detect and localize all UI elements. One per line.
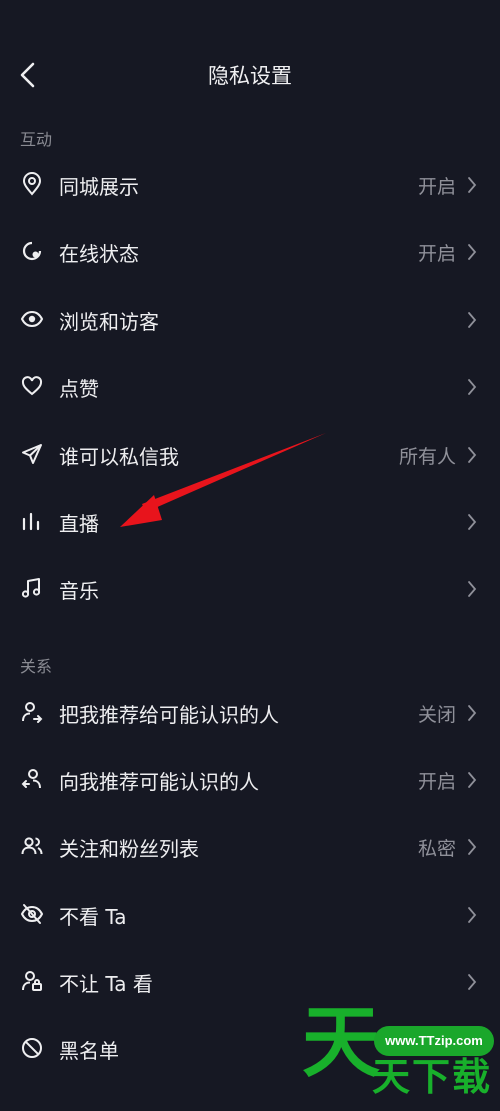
chevron-right-icon [466,972,478,992]
eye-off-icon [20,902,44,926]
setting-row-follow-list[interactable]: 关注和粉丝列表 私密 [0,815,500,882]
setting-value: 开启 [417,243,456,265]
chevron-right-icon [466,242,478,262]
setting-label: 在线状态 [59,242,139,266]
setting-label: 同城展示 [59,175,139,199]
setting-label: 不让 Ta 看 [59,972,153,996]
location-pin-icon [20,172,44,196]
chevron-right-icon [466,512,478,532]
setting-label: 浏览和访客 [59,310,159,334]
heart-icon [20,374,44,398]
setting-row-live[interactable]: 直播 [0,490,500,557]
setting-value: 私密 [417,838,456,860]
setting-label: 谁可以私信我 [59,445,179,469]
setting-row-hide-from[interactable]: 不让 Ta 看 [0,950,500,1017]
setting-label: 向我推荐可能认识的人 [59,770,259,794]
recommend-user-icon [20,767,44,791]
page-title: 隐私设置 [208,64,292,88]
chevron-right-icon [466,445,478,465]
user-lock-icon [20,969,44,993]
setting-row-nearby[interactable]: 同城展示 开启 [0,153,500,220]
setting-row-recommend-to-me[interactable]: 向我推荐可能认识的人 开启 [0,748,500,815]
eye-icon [20,307,44,331]
chevron-right-icon [466,579,478,599]
setting-value: 开启 [417,176,456,198]
setting-row-dont-see[interactable]: 不看 Ta [0,883,500,950]
setting-label: 不看 Ta [59,905,127,929]
send-message-icon [20,442,44,466]
setting-label: 直播 [59,512,99,536]
setting-row-likes[interactable]: 点赞 [0,355,500,422]
setting-row-direct-message[interactable]: 谁可以私信我 所有人 [0,423,500,490]
setting-value: 开启 [417,771,456,793]
block-icon [20,1036,44,1060]
chevron-right-icon [466,175,478,195]
setting-label: 音乐 [59,579,99,603]
music-note-icon [20,576,44,600]
watermark-sub-text: 天下载 [372,1055,493,1099]
watermark-url: www.TTzip.com [374,1026,494,1056]
setting-value: 所有人 [398,446,456,468]
header-bar: 隐私设置 [0,40,500,110]
setting-label: 黑名单 [59,1039,119,1063]
section-label-relationship: 关系 [20,657,53,676]
setting-row-recommend-me[interactable]: 把我推荐给可能认识的人 关闭 [0,681,500,748]
live-bars-icon [20,509,44,533]
setting-label: 关注和粉丝列表 [59,837,199,861]
section-label-interaction: 互动 [20,130,53,149]
chevron-right-icon [466,377,478,397]
watermark-logo: 天 www.TTzip.com 天下载 [300,1004,500,1110]
online-status-icon [20,239,44,263]
chevron-right-icon [466,770,478,790]
setting-label: 把我推荐给可能认识的人 [59,703,279,727]
users-icon [20,834,44,858]
share-user-icon [20,700,44,724]
chevron-right-icon [466,310,478,330]
setting-row-music[interactable]: 音乐 [0,557,500,624]
setting-label: 点赞 [59,377,99,401]
setting-row-visitors[interactable]: 浏览和访客 [0,288,500,355]
watermark-big-char: 天 [302,998,381,1088]
chevron-right-icon [466,837,478,857]
chevron-right-icon [466,905,478,925]
setting-value: 关闭 [417,704,456,726]
chevron-right-icon [466,703,478,723]
setting-row-online-status[interactable]: 在线状态 开启 [0,220,500,287]
